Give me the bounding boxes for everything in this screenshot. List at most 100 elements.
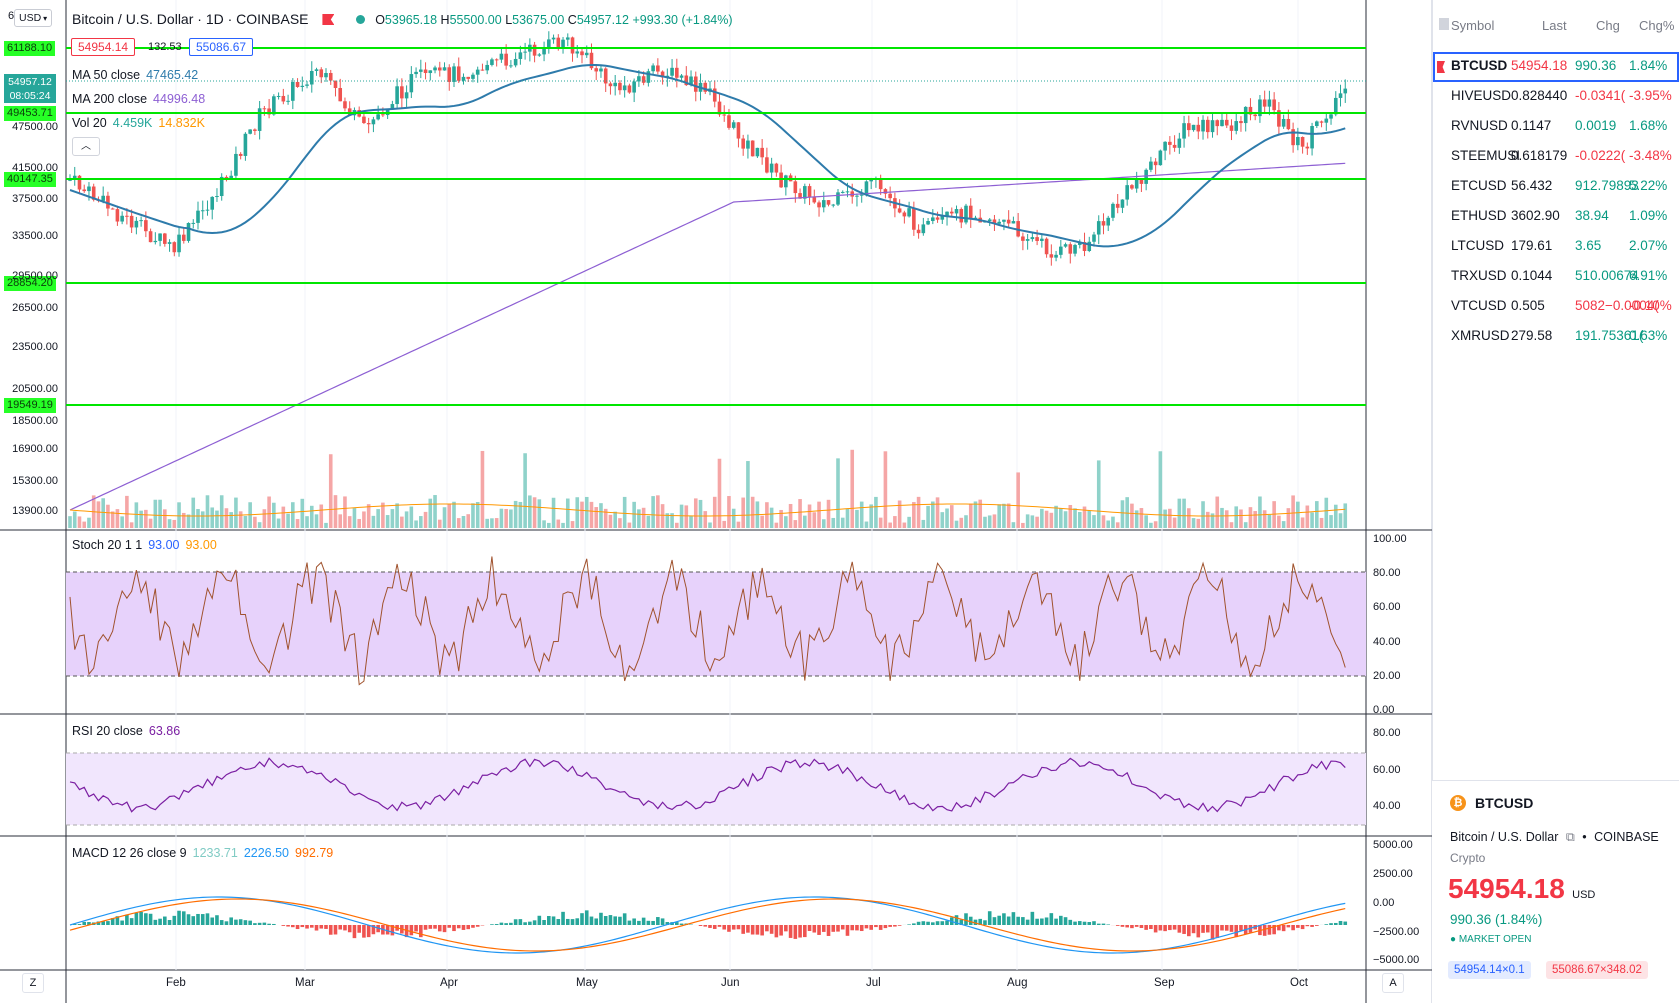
level-tag-19549[interactable]: 19549.19	[4, 398, 56, 413]
macd-histogram-bar	[812, 925, 817, 933]
watchlist-row-etcusd[interactable]: ETCUSD 56.432 912.79893 5.22%	[1433, 172, 1679, 202]
watchlist-row-xmrusd[interactable]: XMRUSD 279.58 191.75361(0.63%	[1433, 322, 1679, 352]
macd-histogram-bar	[191, 916, 196, 925]
col-symbol[interactable]: Symbol	[1451, 18, 1494, 33]
macd-histogram-bar	[1333, 922, 1338, 925]
bid-box[interactable]: 54954.14×0.1	[1448, 961, 1531, 979]
watchlist-row-vtcusd[interactable]: VTCUSD 0.505 5082−0.0004(-0.10%	[1433, 292, 1679, 322]
candle-body	[200, 210, 205, 212]
candle-body	[181, 234, 186, 241]
chart-area[interactable]: 6 USD ▾ Bitcoin / U.S. Dollar · 1D · COIN…	[0, 0, 1432, 1003]
sell-price-box[interactable]: 54954.14	[71, 38, 136, 56]
macd-signal-value: 992.79	[295, 846, 334, 860]
volume-value: 4.459K	[112, 116, 153, 130]
macd-histogram-bar	[200, 914, 205, 925]
candle-body	[115, 209, 120, 222]
volume-bar	[423, 511, 428, 528]
macd-histogram-bar	[1201, 925, 1205, 933]
watchlist-row-btcusd[interactable]: BTCUSD 54954.18 990.36 1.84%	[1433, 52, 1679, 82]
col-chg[interactable]: Chg	[1596, 18, 1620, 33]
macd-histogram-bar	[992, 917, 997, 925]
watchlist-row-hiveusd[interactable]: HIVEUSD 0.828440 -0.0341(-3.95%	[1433, 82, 1679, 112]
auto-scale-button[interactable]: A	[1382, 973, 1404, 993]
candle-body	[803, 186, 807, 199]
rsi-legend[interactable]: RSI 20 close 63.86	[72, 724, 180, 738]
candle-body	[821, 200, 826, 208]
candle-body	[755, 147, 760, 157]
macd-histogram-bar	[1059, 915, 1063, 925]
ma200-legend[interactable]: MA 200 close 44996.48	[72, 92, 205, 106]
external-link-icon[interactable]: ⧉	[1566, 830, 1575, 844]
macd-histogram-bar	[561, 911, 565, 925]
level-tag-61188[interactable]: 61188.10	[4, 41, 56, 56]
macd-histogram-bar	[656, 917, 660, 925]
volume-bar	[77, 516, 82, 528]
volume-bar	[784, 516, 788, 528]
candle-body	[769, 163, 774, 173]
macd-legend[interactable]: MACD 12 26 close 9 1233.71 2226.50 992.79	[72, 846, 333, 860]
macd-histogram-bar	[599, 912, 603, 925]
ask-box[interactable]: 55086.67×348.02	[1546, 961, 1648, 979]
flag-icon[interactable]	[1437, 61, 1445, 73]
candle-body	[456, 66, 461, 81]
currency-button[interactable]: USD ▾	[14, 9, 53, 27]
ma50-legend[interactable]: MA 50 close 47465.42	[72, 68, 198, 82]
watchlist-last: 54954.18	[1511, 58, 1568, 73]
volume-bar	[1201, 501, 1205, 528]
watchlist-row-trxusd[interactable]: TRXUSD 0.1044 510.00674 6.91%	[1433, 262, 1679, 292]
candle-body	[101, 195, 105, 201]
watchlist-row-steemusi[interactable]: STEEMUSI 0.618179 -0.0222(-3.48%	[1433, 142, 1679, 172]
volume-bar	[565, 498, 570, 528]
candle-body	[1243, 106, 1248, 124]
volume-bar	[1291, 495, 1295, 528]
candle-body	[1092, 234, 1096, 242]
macd-histogram-bar	[1025, 919, 1030, 925]
macd-histogram-bar	[471, 925, 475, 928]
buy-price-box[interactable]: 55086.67	[189, 38, 254, 56]
macd-name: MACD 12 26 close 9	[72, 846, 187, 860]
volume-bar	[1300, 517, 1305, 528]
volume-bar	[547, 522, 551, 528]
candle-body	[343, 101, 347, 109]
flag-icon[interactable]	[322, 14, 335, 25]
log-scale-button[interactable]: Z	[22, 973, 44, 993]
volume-legend[interactable]: Vol 20 4.459K 14.832K	[72, 116, 205, 130]
volume-bar	[864, 521, 869, 528]
macd-histogram-bar	[722, 925, 727, 930]
level-tag-49453[interactable]: 49453.71	[4, 106, 56, 121]
candle-body	[1059, 246, 1063, 255]
macd-histogram-bar	[608, 915, 613, 925]
macd-histogram-bar	[537, 915, 542, 925]
macd-histogram-bar	[1134, 925, 1139, 927]
stoch-legend[interactable]: Stoch 20 1 1 93.00 93.00	[72, 538, 217, 552]
watchlist-symbol: VTCUSD	[1451, 298, 1507, 313]
col-chgp[interactable]: Chg%	[1639, 18, 1674, 33]
watchlist-row-ethusd[interactable]: ETHUSD 3602.90 38.94 1.09%	[1433, 202, 1679, 232]
volume-bar	[1153, 521, 1158, 528]
macd-histogram-bar	[551, 916, 556, 925]
macd-histogram-bar	[186, 914, 191, 925]
volume-bar	[926, 505, 930, 528]
level-tag-40147[interactable]: 40147.35	[4, 172, 56, 187]
volume-bar	[850, 449, 855, 528]
candle-body	[1125, 185, 1129, 200]
details-fullname[interactable]: Bitcoin / U.S. Dollar	[1450, 830, 1558, 844]
watchlist-symbol: TRXUSD	[1451, 268, 1507, 283]
candle-body	[400, 86, 404, 99]
macd-histogram-bar	[144, 913, 148, 925]
volume-bar	[1096, 460, 1101, 528]
volume-bar	[968, 503, 973, 528]
watchlist-row-ltcusd[interactable]: LTCUSD 179.61 3.65 2.07%	[1433, 232, 1679, 262]
volume-bar	[675, 522, 679, 528]
candle-body	[1239, 121, 1243, 124]
symbol-title[interactable]: Bitcoin / U.S. Dollar · 1D · COINBASE	[72, 11, 309, 27]
collapse-legend-button[interactable]: ︿	[72, 137, 100, 156]
watchlist-row-rvnusd[interactable]: RVNUSD 0.1147 0.0019 1.68%	[1433, 112, 1679, 142]
candle-body	[1191, 124, 1196, 131]
col-last[interactable]: Last	[1542, 18, 1567, 33]
candle-body	[442, 67, 447, 71]
details-symbol[interactable]: BTCUSD	[1475, 795, 1533, 811]
sort-handle-icon[interactable]	[1439, 18, 1449, 30]
macd-histogram-bar	[731, 925, 736, 930]
candle-body	[509, 65, 513, 67]
